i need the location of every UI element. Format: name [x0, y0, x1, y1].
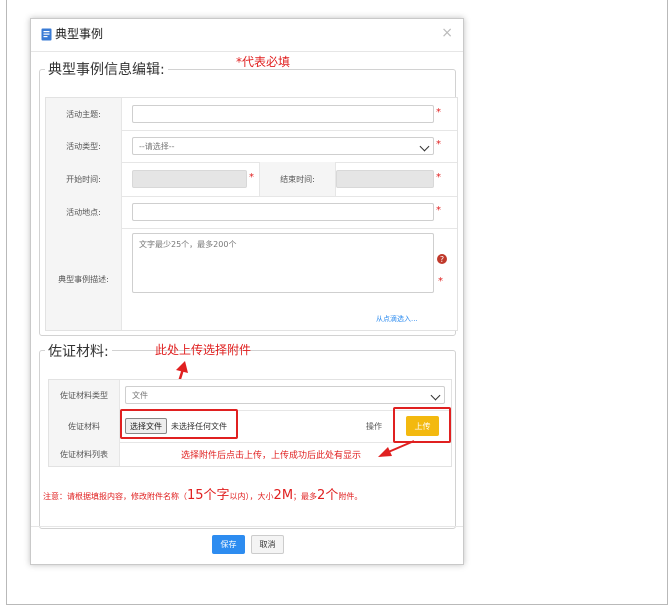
material-type-select[interactable]: 文件: [125, 386, 445, 404]
end-time-input[interactable]: [336, 170, 434, 188]
theme-input[interactable]: [132, 105, 434, 123]
row-type: 活动类型: --请选择-- *: [46, 130, 457, 163]
type-label: 活动类型:: [46, 130, 122, 162]
cancel-button[interactable]: 取消: [251, 535, 284, 554]
type-select-value: --请选择--: [139, 141, 175, 151]
row-location: 活动地点: *: [46, 196, 457, 229]
required-mark: *: [249, 172, 254, 183]
row-material-type: 佐证材料类型 文件: [49, 380, 451, 411]
required-mark: *: [436, 107, 441, 118]
close-icon[interactable]: ×: [441, 25, 453, 41]
material-list-label: 佐证材料列表: [49, 442, 120, 466]
chevron-down-icon: [419, 141, 430, 152]
file-chooser-highlight: [120, 409, 238, 439]
notice-count-limit: 2个: [317, 488, 339, 503]
required-mark: *: [436, 139, 441, 150]
required-mark: *: [438, 276, 443, 287]
row-theme: 活动主题: *: [46, 98, 457, 131]
info-form-grid: 活动主题: * 活动类型: --请选择-- * 开始时间: * 结束时间: * …: [45, 97, 458, 331]
material-type-value: 文件: [132, 390, 148, 400]
notice-limit-chars: 15个字: [187, 488, 230, 503]
notice-size-limit: 2M: [273, 488, 294, 503]
material-label: 佐证材料: [49, 410, 120, 442]
select-from-records-link[interactable]: 从点滴选入...: [376, 314, 418, 324]
notice-part-3: ；最多: [293, 492, 318, 501]
material-type-label: 佐证材料类型: [49, 380, 120, 410]
dialog-title: 典型事例: [55, 27, 104, 41]
info-legend: 典型事例信息编辑:: [45, 59, 168, 79]
required-note: *代表必填: [236, 55, 291, 69]
typical-case-dialog: 典型事例 × 典型事例信息编辑: *代表必填 活动主题: * 活动类型: --请…: [30, 18, 464, 565]
theme-label: 活动主题:: [46, 98, 122, 130]
upload-highlight: [393, 407, 451, 443]
annotation-arrow-left: [378, 440, 415, 457]
evidence-legend: 佐证材料:: [45, 341, 112, 361]
required-mark: *: [436, 172, 441, 183]
required-mark: *: [436, 205, 441, 216]
type-select[interactable]: --请选择--: [132, 137, 434, 155]
attachment-notice: 注意：请根据填报内容，修改附件名称（ 15个字 以内 ），大小 2M ；最多 2…: [43, 484, 459, 503]
save-button[interactable]: 保存: [212, 535, 245, 554]
notice-part-1: 注意：请根据填报内容，修改附件名称（: [43, 492, 187, 501]
start-time-input[interactable]: [132, 170, 247, 188]
start-time-label: 开始时间:: [46, 162, 122, 196]
document-icon: [41, 28, 52, 41]
end-time-label: 结束时间:: [259, 162, 336, 196]
location-label: 活动地点:: [46, 196, 122, 228]
dialog-footer: [31, 526, 463, 565]
notice-part-2: ），大小: [245, 492, 274, 501]
after-upload-annotation: 选择附件后点击上传，上传成功后此处有显示: [181, 451, 362, 461]
description-textarea[interactable]: 文字最少25个，最多200个: [132, 233, 434, 293]
description-placeholder: 文字最少25个，最多200个: [139, 240, 237, 249]
help-icon[interactable]: ?: [437, 254, 447, 264]
operation-label: 操作: [366, 422, 382, 431]
notice-part-4: 附件。: [338, 492, 363, 501]
chevron-down-icon: [430, 390, 441, 401]
location-input[interactable]: [132, 203, 434, 221]
upload-here-annotation: 此处上传选择附件: [155, 343, 252, 357]
description-label: 典型事例描述:: [46, 228, 122, 330]
dialog-header: 典型事例 ×: [31, 19, 463, 52]
notice-within: 以内: [229, 492, 246, 501]
row-description: 典型事例描述: 文字最少25个，最多200个 ? * 从点滴选入...: [46, 228, 457, 330]
row-dates: 开始时间: * 结束时间: *: [46, 162, 457, 197]
